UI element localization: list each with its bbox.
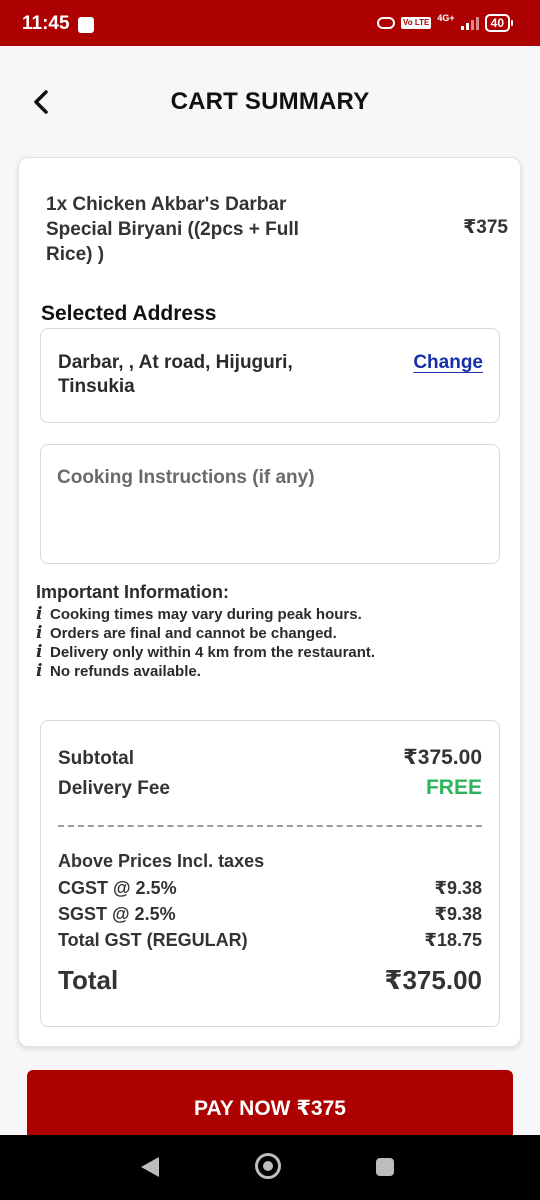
info-line: i Orders are final and cannot be changed… bbox=[36, 624, 506, 643]
subtotal-value: ₹375.00 bbox=[403, 746, 482, 769]
info-text: No refunds available. bbox=[50, 663, 201, 680]
header: CART SUMMARY bbox=[0, 46, 540, 156]
sgst-label: SGST @ 2.5% bbox=[58, 904, 176, 924]
important-info: Important Information: i Cooking times m… bbox=[36, 582, 506, 681]
subtotal-row: Subtotal ₹375.00 bbox=[58, 745, 482, 770]
notification-square-icon bbox=[78, 17, 94, 33]
total-gst-value: ₹18.75 bbox=[424, 930, 482, 950]
cart-summary-card: 1x Chicken Akbar's Darbar Special Biryan… bbox=[18, 157, 521, 1047]
subtotal-label: Subtotal bbox=[58, 748, 134, 769]
system-nav-bar bbox=[0, 1135, 540, 1200]
totals-box: Subtotal ₹375.00 Delivery Fee FREE Above… bbox=[40, 720, 500, 1027]
grand-total-label: Total bbox=[58, 965, 119, 995]
info-text: Orders are final and cannot be changed. bbox=[50, 625, 337, 642]
info-line: i No refunds available. bbox=[36, 662, 506, 681]
page-title: CART SUMMARY bbox=[170, 88, 370, 115]
grand-total-row: Total ₹375.00 bbox=[58, 965, 482, 996]
total-gst-row: Total GST (REGULAR) ₹18.75 bbox=[58, 930, 482, 951]
info-text: Cooking times may vary during peak hours… bbox=[50, 606, 362, 623]
cgst-label: CGST @ 2.5% bbox=[58, 878, 177, 898]
info-icon: i bbox=[36, 661, 43, 681]
grand-total-value: ₹375.00 bbox=[384, 965, 482, 995]
delivery-fee-value: FREE bbox=[425, 776, 482, 799]
link-icon bbox=[377, 17, 395, 29]
nav-recents-icon[interactable] bbox=[376, 1158, 394, 1176]
status-time: 11:45 bbox=[22, 13, 70, 34]
info-line: i Cooking times may vary during peak hou… bbox=[36, 605, 506, 624]
battery-icon: 40 bbox=[484, 14, 514, 32]
nav-home-icon[interactable] bbox=[255, 1153, 281, 1179]
info-heading: Important Information: bbox=[36, 582, 229, 602]
sgst-value: ₹9.38 bbox=[434, 904, 482, 924]
address-text: Darbar, , At road, Hijuguri, Tinsukia bbox=[58, 352, 293, 397]
cgst-value: ₹9.38 bbox=[434, 878, 482, 898]
info-line: i Delivery only within 4 km from the res… bbox=[36, 643, 506, 662]
taxes-note: Above Prices Incl. taxes bbox=[58, 851, 265, 871]
sgst-row: SGST @ 2.5% ₹9.38 bbox=[58, 904, 482, 925]
cooking-instructions-input[interactable] bbox=[40, 444, 500, 564]
address-heading: Selected Address bbox=[41, 302, 217, 325]
dashed-divider bbox=[58, 825, 482, 827]
pay-now-button[interactable]: PAY NOW ₹375 bbox=[27, 1070, 513, 1140]
cart-item-name: 1x Chicken Akbar's Darbar Special Biryan… bbox=[46, 194, 299, 265]
cart-item-price: ₹375 bbox=[463, 217, 508, 238]
signal-icon bbox=[460, 16, 479, 30]
status-icons: Vo LTE 4G+ 40 bbox=[377, 13, 514, 32]
address-box: Darbar, , At road, Hijuguri, Tinsukia Ch… bbox=[40, 328, 500, 423]
delivery-fee-row: Delivery Fee FREE bbox=[58, 776, 482, 800]
taxes-note-row: Above Prices Incl. taxes bbox=[58, 851, 482, 872]
network-type: 4G+ bbox=[437, 13, 455, 23]
volte-icon: Vo LTE bbox=[401, 17, 432, 29]
info-icon: i bbox=[36, 623, 43, 643]
nav-back-icon[interactable] bbox=[141, 1157, 159, 1177]
change-address-link[interactable]: Change bbox=[413, 352, 483, 374]
info-icon: i bbox=[36, 642, 43, 662]
delivery-fee-label: Delivery Fee bbox=[58, 778, 170, 799]
cgst-row: CGST @ 2.5% ₹9.38 bbox=[58, 878, 482, 899]
total-gst-label: Total GST (REGULAR) bbox=[58, 930, 248, 950]
info-text: Delivery only within 4 km from the resta… bbox=[50, 644, 376, 661]
status-bar: 11:45 Vo LTE 4G+ 40 bbox=[0, 0, 540, 46]
info-icon: i bbox=[36, 604, 43, 624]
